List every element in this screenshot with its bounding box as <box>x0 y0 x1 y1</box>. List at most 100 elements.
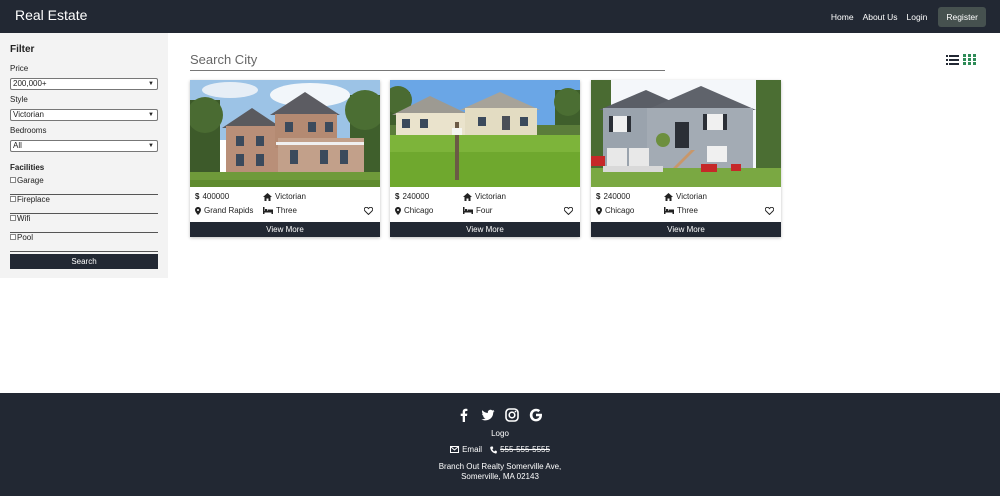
city-value: Grand Rapids <box>204 206 254 215</box>
facility-label: Fireplace <box>17 195 50 204</box>
address-line2: Somerville, MA 02143 <box>461 472 539 481</box>
nav-home-link[interactable]: Home <box>831 12 854 22</box>
dollar-icon: $ <box>596 192 601 201</box>
google-icon[interactable] <box>529 408 543 422</box>
facility-label: Wifi <box>17 214 31 223</box>
price-info: $ 240000 <box>596 192 630 201</box>
nav-login-link[interactable]: Login <box>907 12 928 22</box>
city-value: Chicago <box>404 206 434 215</box>
bedrooms-value: Three <box>677 206 698 215</box>
facility-wifi[interactable]: Wifi <box>10 214 158 233</box>
price-select-value: 200,000+ <box>13 79 47 88</box>
filter-sidebar: Filter Price 200,000+ ▼ Style Victorian … <box>0 33 168 278</box>
twitter-icon[interactable] <box>481 408 495 422</box>
style-info: Victorian <box>263 192 306 201</box>
bedrooms-info: Three <box>263 206 297 215</box>
style-value: Victorian <box>676 192 707 201</box>
style-select-value: Victorian <box>13 110 44 119</box>
style-value: Victorian <box>475 192 506 201</box>
fireplace-checkbox[interactable] <box>10 196 16 202</box>
price-info: $ 240000 <box>395 192 429 201</box>
price-select[interactable]: 200,000+ ▼ <box>10 78 158 90</box>
bed-icon <box>463 207 473 214</box>
property-info: $ 240000 Victorian Chicago Four <box>390 187 580 223</box>
facility-fireplace[interactable]: Fireplace <box>10 195 158 214</box>
footer: Logo Email 555-555-5555 Branch Out Realt… <box>0 393 1000 496</box>
dollar-icon: $ <box>195 192 200 201</box>
city-value: Chicago <box>605 206 635 215</box>
filter-title: Filter <box>10 44 35 55</box>
bedrooms-value: Four <box>476 206 493 215</box>
style-info: Victorian <box>463 192 506 201</box>
address-line1: Branch Out Realty Somerville Ave, <box>438 462 562 471</box>
brand-title[interactable]: Real Estate <box>15 7 87 23</box>
chevron-down-icon: ▼ <box>148 81 154 87</box>
price-info: $ 400000 <box>195 192 229 201</box>
bedrooms-value: Three <box>276 206 297 215</box>
email-label: Email <box>462 445 483 454</box>
facility-pool[interactable]: Pool <box>10 233 158 252</box>
style-value: Victorian <box>275 192 306 201</box>
pool-checkbox[interactable] <box>10 234 16 240</box>
register-button[interactable]: Register <box>938 6 986 27</box>
property-info: $ 400000 Victorian Grand Rapids Three <box>190 187 380 223</box>
phone-link[interactable]: 555-555-5555 <box>490 445 550 454</box>
nav-links: Home About Us Login Register <box>831 0 1000 33</box>
view-toggle <box>946 54 976 65</box>
footer-logo[interactable]: Logo <box>0 429 1000 438</box>
view-more-button[interactable]: View More <box>190 222 380 237</box>
style-label: Style <box>10 95 28 104</box>
map-marker-icon <box>395 206 401 215</box>
nav-about-link[interactable]: About Us <box>863 12 898 22</box>
phone-icon <box>490 446 497 454</box>
property-photo <box>591 80 781 187</box>
price-value: 240000 <box>603 192 631 201</box>
price-label: Price <box>10 64 29 73</box>
property-card: $ 400000 Victorian Grand Rapids Three Vi… <box>190 80 380 237</box>
view-more-button[interactable]: View More <box>591 222 781 237</box>
facility-garage[interactable]: Garage <box>10 176 158 195</box>
bedrooms-label: Bedrooms <box>10 126 47 135</box>
home-icon <box>463 192 472 201</box>
location-info: Chicago <box>395 206 433 215</box>
bed-icon <box>664 207 674 214</box>
facilities-title: Facilities <box>10 163 45 172</box>
property-card: $ 240000 Victorian Chicago Four View Mor… <box>390 80 580 237</box>
style-select[interactable]: Victorian ▼ <box>10 109 158 121</box>
heart-icon[interactable] <box>564 207 573 215</box>
phone-number: 555-555-5555 <box>500 445 550 454</box>
heart-icon[interactable] <box>364 207 373 215</box>
style-info: Victorian <box>664 192 707 201</box>
home-icon <box>263 192 272 201</box>
contact-info: Email 555-555-5555 <box>0 445 1000 454</box>
view-more-button[interactable]: View More <box>390 222 580 237</box>
property-card: $ 240000 Victorian Chicago Three View Mo… <box>591 80 781 237</box>
grid-icon[interactable] <box>963 54 976 65</box>
city-search-input[interactable] <box>190 49 665 69</box>
location-info: Grand Rapids <box>195 206 253 215</box>
address: Branch Out Realty Somerville Ave, Somerv… <box>0 462 1000 482</box>
search-button[interactable]: Search <box>10 254 158 269</box>
heart-icon[interactable] <box>765 207 774 215</box>
facility-label: Pool <box>17 233 34 242</box>
email-link[interactable]: Email <box>450 445 482 454</box>
bed-icon <box>263 207 273 214</box>
property-info: $ 240000 Victorian Chicago Three <box>591 187 781 223</box>
bedrooms-info: Three <box>664 206 698 215</box>
instagram-icon[interactable] <box>505 408 519 422</box>
map-marker-icon <box>195 206 201 215</box>
facebook-icon[interactable] <box>457 408 471 422</box>
price-value: 240000 <box>402 192 430 201</box>
bedrooms-select[interactable]: All ▼ <box>10 140 158 152</box>
map-marker-icon <box>596 206 602 215</box>
home-icon <box>664 192 673 201</box>
dollar-icon: $ <box>395 192 400 201</box>
wifi-checkbox[interactable] <box>10 215 16 221</box>
bedrooms-info: Four <box>463 206 492 215</box>
property-photo <box>190 80 380 187</box>
city-search <box>190 49 665 71</box>
chevron-down-icon: ▼ <box>148 112 154 118</box>
list-icon[interactable] <box>946 54 959 65</box>
garage-checkbox[interactable] <box>10 177 16 183</box>
property-photo <box>390 80 580 187</box>
